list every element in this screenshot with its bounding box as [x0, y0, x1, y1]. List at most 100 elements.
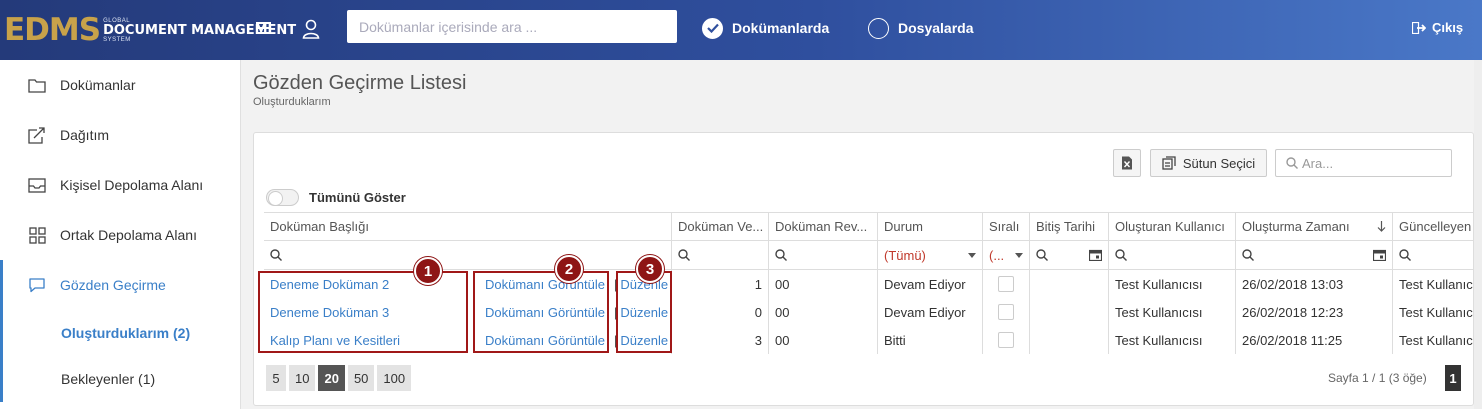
- column-header-end-date[interactable]: Bitiş Tarihi: [1030, 213, 1109, 240]
- page-title: Gözden Geçirme Listesi: [253, 72, 467, 94]
- column-header-status[interactable]: Durum: [878, 213, 983, 240]
- sidebar-item-documents[interactable]: Dokümanlar: [0, 60, 240, 110]
- grid-header-row: Doküman Başlığı Doküman Ve... Doküman Re…: [264, 213, 1473, 241]
- ordered-cell: [983, 326, 1030, 354]
- filter-status-select[interactable]: (Tümü): [878, 241, 983, 269]
- filter-end-date[interactable]: [1030, 241, 1109, 269]
- column-header-created[interactable]: Oluşturma Zamanı: [1236, 213, 1393, 240]
- grid-filter-row: (Tümü) (...: [264, 241, 1473, 270]
- scope-documents-label: Dokümanlarda: [732, 20, 830, 36]
- logo-mark: EDMS: [4, 11, 101, 48]
- filter-updater[interactable]: [1393, 241, 1473, 269]
- chat-icon: [27, 275, 47, 295]
- page-size-50[interactable]: 50: [347, 365, 375, 391]
- sidebar-item-personal-storage[interactable]: Kişisel Depolama Alanı: [0, 160, 240, 210]
- column-header-version[interactable]: Doküman Ve...: [672, 213, 769, 240]
- calendar-icon[interactable]: [1089, 249, 1102, 261]
- column-header-creator[interactable]: Oluşturan Kullanıcı: [1109, 213, 1236, 240]
- review-list-panel: Sütun Seçici Tümünü Göster Doküman Başlı…: [253, 132, 1474, 406]
- updater-cell: Test Kullanıcısı: [1399, 332, 1473, 348]
- page-size-5[interactable]: 5: [266, 365, 286, 391]
- sidebar-sub-pending[interactable]: Bekleyenler (1): [3, 356, 240, 402]
- empty-circle-icon: [868, 17, 889, 39]
- column-header-ordered[interactable]: Sıralı: [983, 213, 1030, 240]
- annotation-box-view: [473, 271, 609, 353]
- status-cell: Devam Ediyor: [878, 298, 983, 326]
- page-scrollbar[interactable]: [1474, 60, 1482, 409]
- sidebar-item-review[interactable]: Gözden Geçirme: [3, 260, 240, 310]
- chevron-down-icon: [1015, 252, 1023, 258]
- column-header-updater[interactable]: Güncelleyen: [1393, 213, 1473, 240]
- sidebar-sub-label: Bekleyenler (1): [61, 371, 156, 387]
- logo-line-3: SYSTEM: [103, 36, 131, 43]
- scope-documents-radio[interactable]: Dokümanlarda: [702, 16, 829, 40]
- column-header-revision[interactable]: Doküman Rev...: [769, 213, 878, 240]
- ordered-cell: [983, 270, 1030, 298]
- column-header-title[interactable]: Doküman Başlığı: [264, 213, 672, 240]
- ordered-checkbox[interactable]: [998, 304, 1014, 320]
- grid-search-input[interactable]: [1302, 155, 1442, 171]
- page-number-button[interactable]: 1: [1445, 365, 1461, 391]
- filter-creator[interactable]: [1109, 241, 1236, 269]
- revision-cell: 00: [769, 270, 878, 298]
- filter-status-value: (Tümü): [884, 247, 926, 263]
- search-icon: [1399, 249, 1411, 261]
- logo[interactable]: EDMS GLOBAL DOCUMENT MANAGEMENT SYSTEM: [4, 10, 296, 50]
- sidebar-item-label: Kişisel Depolama Alanı: [60, 177, 204, 193]
- logout-icon: [1412, 21, 1426, 34]
- sidebar-sub-created[interactable]: Oluşturduklarım (2): [3, 310, 240, 356]
- share-icon: [27, 125, 47, 145]
- search-icon: [1286, 157, 1298, 169]
- filter-created[interactable]: [1236, 241, 1393, 269]
- show-all-toggle[interactable]: Tümünü Göster: [266, 189, 406, 206]
- global-search-input[interactable]: [347, 10, 677, 43]
- page-size-100[interactable]: 100: [377, 365, 412, 391]
- filter-ordered-select[interactable]: (...: [983, 241, 1030, 269]
- column-selector-button[interactable]: Sütun Seçici: [1150, 149, 1267, 177]
- search-icon: [1115, 249, 1127, 261]
- ordered-checkbox[interactable]: [998, 276, 1014, 292]
- search-icon: [270, 249, 282, 261]
- export-excel-button[interactable]: [1113, 149, 1141, 177]
- page-size-selector: 5 10 20 50 100: [266, 365, 414, 391]
- excel-icon: [1122, 156, 1132, 170]
- search-icon: [1242, 249, 1254, 261]
- sidebar-item-shared-storage[interactable]: Ortak Depolama Alanı: [0, 210, 240, 260]
- page-info: Sayfa 1 / 1 (3 öğe): [1328, 371, 1427, 385]
- revision-cell: 00: [769, 298, 878, 326]
- end-date-cell: [1030, 326, 1109, 354]
- creator-cell: Test Kullanıcısı: [1109, 298, 1236, 326]
- column-header-created-label: Oluşturma Zamanı: [1242, 219, 1350, 234]
- calendar-icon[interactable]: [1373, 249, 1386, 261]
- creator-cell: Test Kullanıcısı: [1109, 326, 1236, 354]
- end-date-cell: [1030, 270, 1109, 298]
- logout-label: Çıkış: [1432, 20, 1464, 35]
- sidebar-item-label: Dağıtım: [60, 127, 110, 143]
- created-cell: 26/02/2018 12:23: [1236, 298, 1393, 326]
- annotation-badge-3: 3: [636, 255, 664, 283]
- user-icon[interactable]: [302, 19, 320, 39]
- toggle-switch[interactable]: [266, 189, 299, 206]
- creator-cell: Test Kullanıcısı: [1109, 270, 1236, 298]
- scope-files-radio[interactable]: Dosyalarda: [868, 16, 973, 40]
- filter-version[interactable]: [672, 241, 769, 269]
- page-size-10[interactable]: 10: [289, 365, 316, 391]
- chevron-down-icon: [968, 252, 976, 258]
- grid-search[interactable]: [1275, 149, 1452, 177]
- ordered-checkbox[interactable]: [998, 332, 1014, 348]
- filter-revision[interactable]: [769, 241, 878, 269]
- annotation-box-edit: [616, 271, 672, 353]
- folder-icon: [27, 75, 47, 95]
- column-selector-label: Sütun Seçici: [1182, 155, 1256, 171]
- ordered-cell: [983, 298, 1030, 326]
- version-cell: 1: [672, 270, 769, 298]
- page-size-20[interactable]: 20: [318, 365, 345, 391]
- sidebar-item-distribution[interactable]: Dağıtım: [0, 110, 240, 160]
- menu-icon[interactable]: [256, 22, 271, 36]
- logout-button[interactable]: Çıkış: [1412, 20, 1463, 35]
- version-cell: 0: [672, 298, 769, 326]
- sidebar-sub-label: Oluşturduklarım (2): [61, 325, 191, 341]
- filter-title[interactable]: [264, 241, 672, 269]
- version-cell: 3: [672, 326, 769, 354]
- breadcrumb: Oluşturduklarım: [253, 96, 331, 108]
